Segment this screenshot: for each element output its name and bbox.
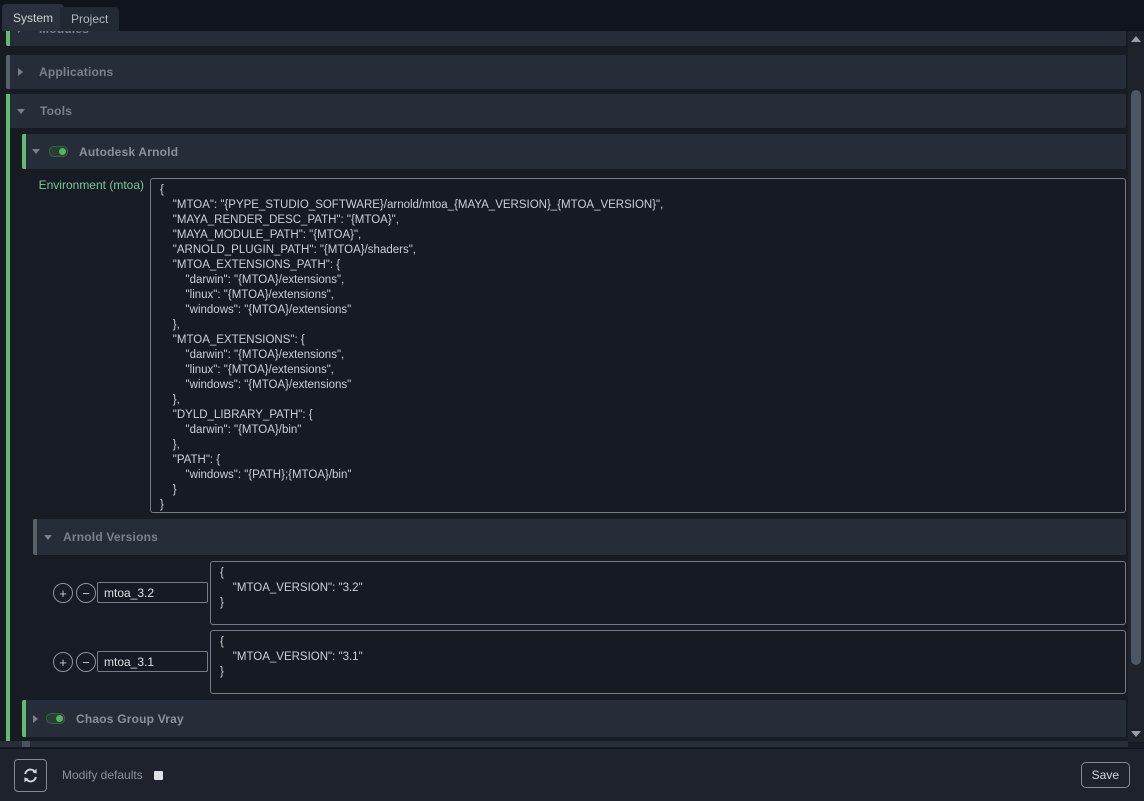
- section-header-tools[interactable]: Tools: [6, 94, 1126, 128]
- toggle-knob: [59, 148, 66, 155]
- section-header-chaos-group-vray[interactable]: Chaos Group Vray: [22, 700, 1126, 737]
- section-header-arnold-versions[interactable]: Arnold Versions: [33, 519, 1126, 555]
- section-title: Arnold Versions: [63, 530, 158, 544]
- environment-mtoa-label: Environment (mtoa): [6, 178, 144, 192]
- arrow-up-icon: [1131, 36, 1141, 42]
- add-version-button[interactable]: +: [53, 652, 73, 672]
- chevron-right-icon: [33, 715, 38, 723]
- version-json-editor[interactable]: { "MTOA_VERSION": "3.2" }: [210, 561, 1126, 625]
- version-json-editor[interactable]: { "MTOA_VERSION": "3.1" }: [210, 630, 1126, 694]
- settings-window: { "window": { "tabs": [ {"label": "Syste…: [0, 0, 1144, 801]
- scroll-up-button[interactable]: [1128, 31, 1144, 47]
- section-title: Chaos Group Vray: [76, 712, 184, 726]
- vray-enabled-toggle[interactable]: [46, 713, 65, 724]
- toggle-knob: [56, 715, 63, 722]
- tab-system[interactable]: System: [2, 4, 64, 31]
- section-title: Applications: [39, 65, 113, 79]
- section-header-autodesk-arnold[interactable]: Autodesk Arnold: [22, 134, 1126, 169]
- section-title: Tools: [40, 104, 72, 118]
- refresh-button[interactable]: [14, 759, 47, 792]
- section-header-applications[interactable]: Applications: [6, 55, 1126, 89]
- refresh-icon: [22, 767, 39, 784]
- footer-toolbar: Modify defaults Save: [0, 748, 1144, 801]
- chevron-down-icon: [44, 535, 52, 540]
- tab-bar: System Project: [0, 0, 1144, 31]
- save-button[interactable]: Save: [1081, 762, 1130, 788]
- remove-version-button[interactable]: −: [76, 652, 96, 672]
- scroll-down-button[interactable]: [1128, 726, 1144, 742]
- tab-project[interactable]: Project: [60, 7, 119, 31]
- section-title: Modules: [39, 31, 89, 36]
- section-header-modules[interactable]: Modules: [6, 31, 1126, 46]
- tab-project-label: Project: [71, 12, 108, 26]
- horizontal-scrollbar[interactable]: [0, 741, 1128, 747]
- settings-scroll-area: Modules Applications Tools Autodesk Arno…: [0, 31, 1128, 748]
- remove-version-button[interactable]: −: [76, 583, 96, 603]
- tab-system-label: System: [13, 11, 53, 25]
- horizontal-scrollbar-thumb[interactable]: [22, 741, 30, 747]
- modify-defaults-label: Modify defaults: [62, 768, 143, 782]
- chevron-down-icon: [17, 109, 25, 114]
- add-version-button[interactable]: +: [53, 583, 73, 603]
- chevron-right-icon: [18, 31, 23, 33]
- vertical-scrollbar[interactable]: [1128, 31, 1144, 742]
- modify-defaults-checkbox[interactable]: [154, 771, 163, 780]
- vertical-scrollbar-thumb[interactable]: [1131, 90, 1141, 665]
- chevron-right-icon: [18, 68, 23, 76]
- version-name-input[interactable]: [97, 582, 208, 603]
- chevron-down-icon: [32, 149, 40, 154]
- version-name-input[interactable]: [97, 651, 208, 672]
- arnold-enabled-toggle[interactable]: [49, 146, 68, 157]
- arrow-down-icon: [1131, 731, 1141, 737]
- environment-mtoa-editor[interactable]: { "MTOA": "{PYPE_STUDIO_SOFTWARE}/arnold…: [150, 178, 1126, 513]
- section-title: Autodesk Arnold: [79, 145, 178, 159]
